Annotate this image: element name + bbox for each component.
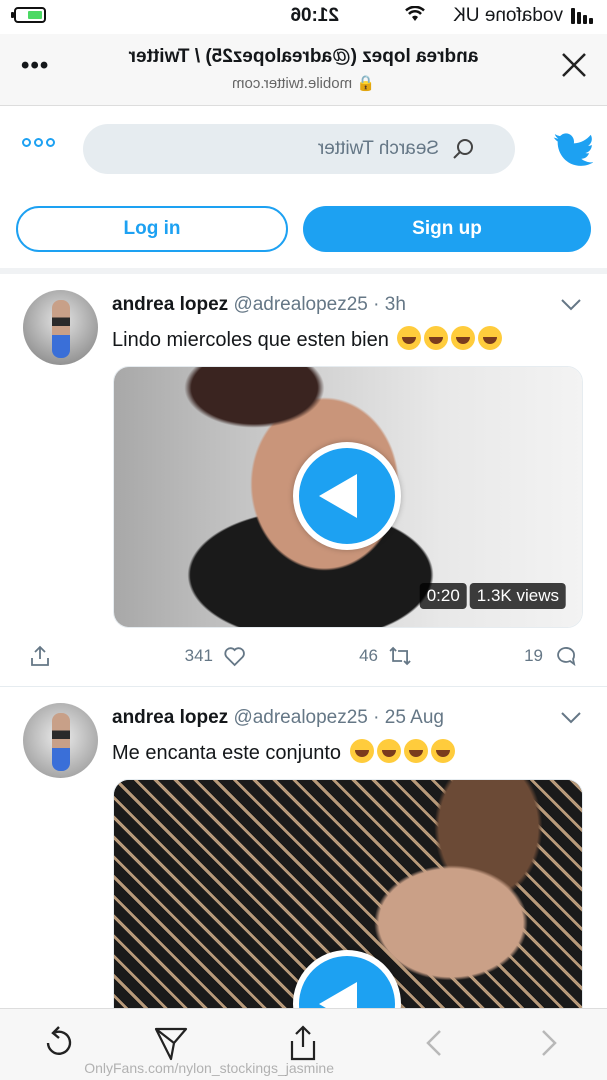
play-icon[interactable] (293, 442, 401, 550)
twitter-bird-icon[interactable] (553, 132, 593, 168)
browser-header: andrea lopez (@adrealopez25) / Twitter 🔒… (0, 34, 607, 106)
twitter-header: Search Twitter (0, 106, 607, 196)
author-name[interactable]: andrea lopez (112, 707, 228, 728)
reply-button[interactable]: 19 (524, 644, 577, 668)
grin-emoji-icon (403, 739, 428, 763)
search-placeholder: Search Twitter (317, 138, 439, 159)
tweet-header: andrea lopez @adrealopez25 · 3h (112, 294, 482, 316)
author-name[interactable]: andrea lopez (112, 294, 228, 315)
auth-buttons: Log in Sign up (0, 204, 607, 254)
tweet-time-sep: · (373, 294, 380, 315)
grin-emoji-icon (424, 326, 449, 350)
battery-icon (14, 7, 46, 23)
tweet-actions: 19 46 341 (17, 644, 587, 672)
video-duration: 0:20 (419, 583, 467, 609)
tweet[interactable]: andrea lopez @adrealopez25 · 3h Lindo mi… (0, 274, 607, 686)
share-icon (31, 645, 49, 666)
page-title: andrea lopez (@adrealopez25) / Twitter (128, 46, 479, 67)
retweet-icon (389, 646, 411, 666)
tweet-video[interactable] (113, 779, 583, 1019)
grin-emoji-icon (430, 739, 455, 763)
wifi-icon (405, 6, 425, 21)
like-button[interactable]: 341 (185, 644, 247, 668)
more-options-icon[interactable]: ••• (20, 52, 48, 80)
tweet[interactable]: andrea lopez @adrealopez25 · 25 Aug Me e… (0, 687, 607, 1019)
chevron-down-icon[interactable] (560, 298, 582, 312)
page-url: 🔒 mobile.twitter.com (60, 74, 547, 92)
share-icon[interactable] (285, 1023, 321, 1063)
tweet-text-content: Me encanta este conjunto (112, 742, 342, 764)
video-overlay: 0:20 1.3K views (419, 583, 566, 609)
login-button[interactable]: Log in (16, 206, 288, 252)
video-views: 1.3K views (469, 583, 566, 609)
close-icon[interactable] (559, 50, 589, 80)
reply-icon (557, 647, 576, 667)
grin-emoji-icon (478, 326, 503, 350)
search-icon (453, 139, 473, 159)
url-text: mobile.twitter.com (232, 75, 353, 92)
clock: 21:06 (290, 5, 339, 26)
lock-icon: 🔒 (356, 75, 375, 92)
signup-button[interactable]: Sign up (303, 206, 591, 252)
tweet-time-sep: · (373, 707, 380, 728)
carrier-name: vodafone UK (453, 5, 563, 26)
author-handle[interactable]: @adrealopez25 (233, 294, 367, 315)
share-button[interactable] (28, 644, 52, 668)
tweet-header: andrea lopez @adrealopez25 · 25 Aug (112, 707, 482, 729)
browser-toolbar: OnlyFans.com/nylon_stockings_jasmine (0, 1008, 607, 1080)
chevron-down-icon[interactable] (560, 711, 582, 725)
heart-icon (224, 647, 246, 667)
search-input[interactable]: Search Twitter (83, 124, 515, 174)
tweet-time[interactable]: 25 Aug (385, 707, 444, 728)
tweet-video[interactable]: 0:20 1.3K views (113, 366, 583, 628)
avatar[interactable] (23, 703, 98, 778)
more-menu-icon[interactable] (22, 138, 55, 147)
grin-emoji-icon (397, 326, 422, 350)
author-handle[interactable]: @adrealopez25 (233, 707, 367, 728)
tweet-text-content: Lindo miercoles que esten bien (112, 329, 389, 351)
mobile-screen: vodafone UK 21:06 andrea lopez (@adrealo… (0, 0, 607, 1080)
retweet-button[interactable]: 46 (359, 644, 412, 668)
status-bar: vodafone UK 21:06 (0, 0, 607, 34)
signal-icon (571, 8, 593, 24)
reply-count: 19 (524, 646, 543, 665)
avatar[interactable] (23, 290, 98, 365)
grin-emoji-icon (451, 326, 476, 350)
tweet-text: Lindo miercoles que esten bien (112, 326, 567, 352)
tweet-text: Me encanta este conjunto (112, 739, 495, 765)
carrier-group: vodafone UK (453, 5, 593, 27)
back-icon[interactable] (531, 1023, 567, 1063)
like-count: 341 (184, 646, 213, 665)
watermark: OnlyFans.com/nylon_stockings_jasmine (84, 1060, 334, 1076)
reload-icon[interactable] (41, 1023, 77, 1063)
tweet-time[interactable]: 3h (385, 294, 406, 315)
forward-icon[interactable] (416, 1023, 452, 1063)
send-icon[interactable] (153, 1023, 189, 1063)
grin-emoji-icon (349, 739, 374, 763)
retweet-count: 46 (359, 646, 378, 665)
grin-emoji-icon (376, 739, 401, 763)
